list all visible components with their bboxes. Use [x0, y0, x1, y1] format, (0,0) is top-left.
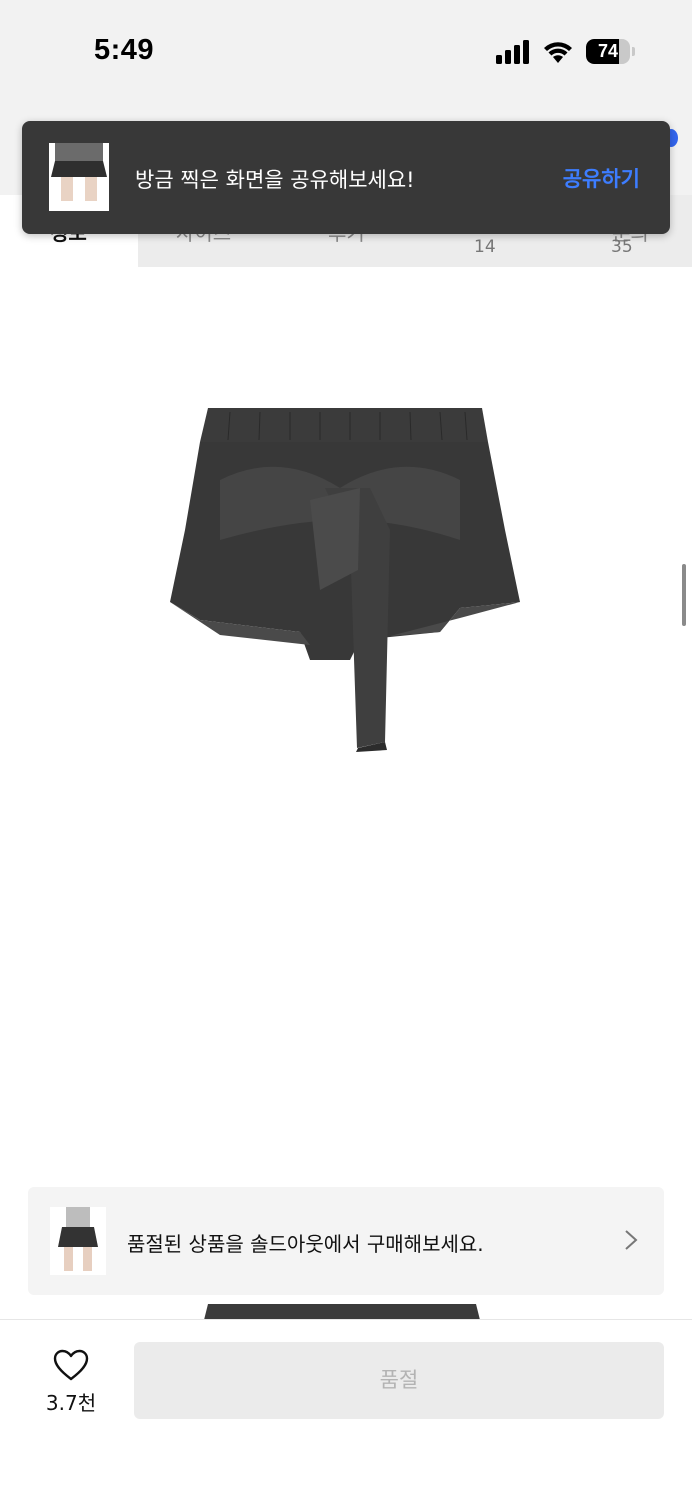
bottom-bar: 3.7천 품절: [0, 1319, 692, 1501]
soldout-button[interactable]: 품절: [134, 1342, 664, 1419]
product-image: [170, 408, 520, 752]
soldout-banner[interactable]: 품절된 상품을 솔드아웃에서 구매해보세요.: [28, 1187, 664, 1295]
tab-reviews-count: 14: [474, 237, 496, 257]
heart-icon: [53, 1349, 89, 1381]
like-count: 3.7천: [45, 1391, 97, 1415]
wifi-icon: [544, 42, 572, 63]
signal-icon: [496, 40, 529, 64]
share-toast: 방금 찍은 화면을 공유해보세요! 공유하기: [22, 121, 670, 234]
scroll-indicator[interactable]: [682, 564, 686, 626]
banner-text: 품절된 상품을 솔드아웃에서 구매해보세요.: [127, 1232, 484, 1256]
next-image-peek: [204, 1304, 480, 1320]
chevron-right-icon: [625, 1230, 638, 1250]
battery-icon: 74: [586, 39, 636, 64]
tab-inquiry-count: 35: [611, 237, 633, 257]
share-button[interactable]: 공유하기: [563, 163, 640, 193]
battery-level: 74: [597, 41, 619, 61]
status-time: 5:49: [94, 34, 155, 66]
screenshot-thumbnail[interactable]: [49, 143, 109, 211]
toast-message: 방금 찍은 화면을 공유해보세요!: [135, 168, 415, 192]
banner-thumbnail: [50, 1207, 106, 1275]
like-button[interactable]: 3.7천: [36, 1342, 106, 1422]
